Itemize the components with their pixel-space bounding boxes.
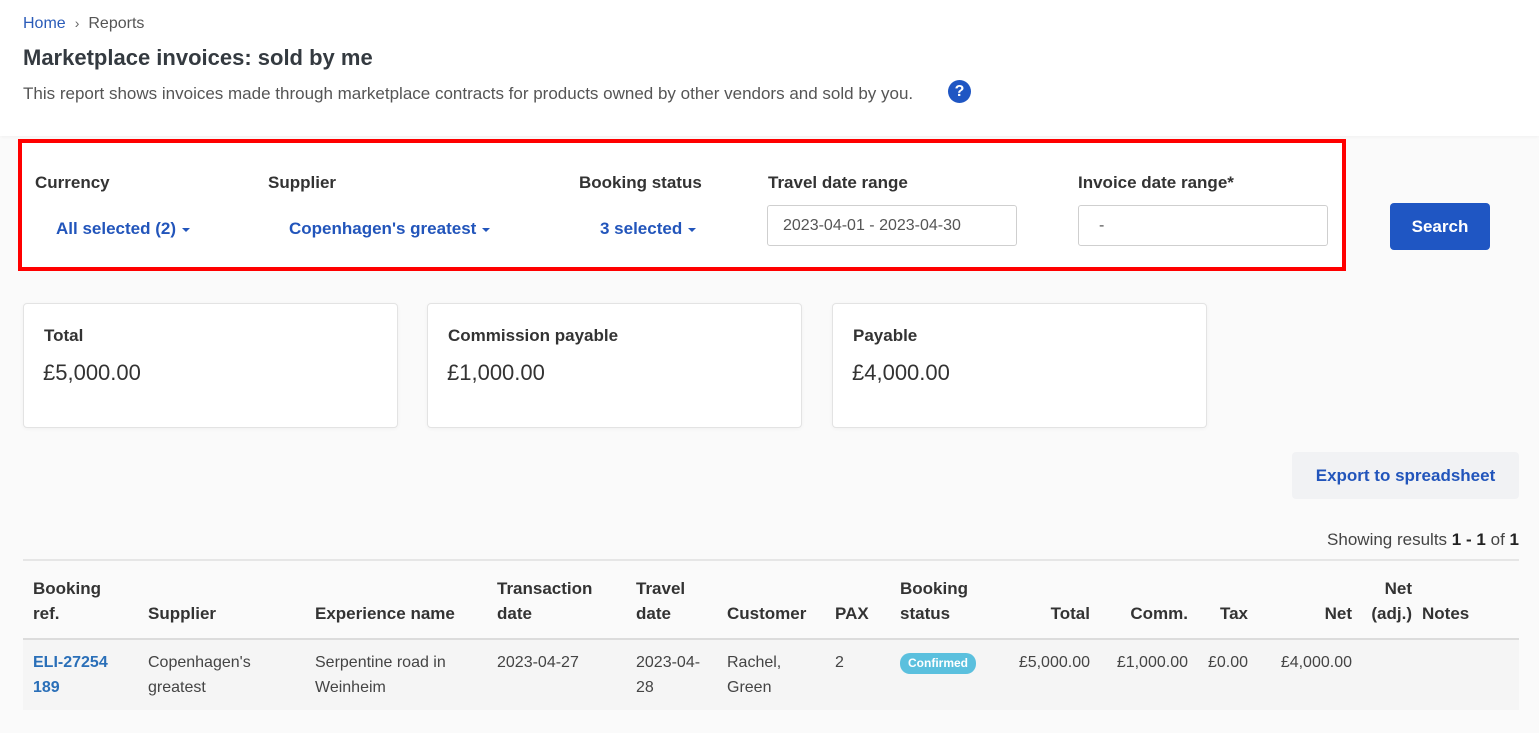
cell-booking-status: Confirmed (890, 639, 985, 710)
cell-pax: 2 (835, 639, 890, 710)
page-title: Marketplace invoices: sold by me (23, 45, 373, 70)
summary-card-value: £1,000.00 (447, 360, 545, 385)
booking-status-dropdown-value: 3 selected (600, 219, 683, 238)
summary-card-label: Payable (853, 326, 918, 345)
caret-down-icon (688, 227, 697, 232)
export-spreadsheet-button[interactable]: Export to spreadsheet (1292, 452, 1519, 499)
cell-comm: £1,000.00 (1098, 639, 1196, 710)
header-transaction-date[interactable]: Transaction date (487, 559, 626, 640)
invoice-date-filter: Invoice date range* (1078, 173, 1234, 193)
header-customer[interactable]: Customer (717, 559, 835, 640)
page-header: Home › Reports Marketplace invoices: sold … (0, 0, 1539, 136)
results-count: Showing results 1 - 1 of 1 (1327, 530, 1519, 550)
currency-dropdown-value: All selected (2) (56, 219, 176, 238)
cell-booking-ref: ELI-27254189 (23, 639, 138, 710)
booking-status-filter: Booking status (579, 173, 702, 193)
travel-date-label: Travel date range (768, 173, 908, 192)
caret-down-icon (182, 227, 190, 232)
filter-panel: Currency All selected (2) Supplier Copen… (18, 139, 1346, 271)
header-booking-status[interactable]: Booking status (890, 559, 985, 640)
header-notes: Notes (1416, 559, 1519, 640)
header-comm[interactable]: Comm. (1098, 559, 1196, 640)
supplier-filter: Supplier (268, 173, 336, 193)
caret-down-icon (482, 227, 491, 232)
search-button[interactable]: Search (1390, 203, 1490, 250)
header-net[interactable]: Net (1256, 559, 1360, 640)
results-from: 1 (1451, 530, 1462, 549)
summary-card-total: Total £5,000.00 (23, 303, 398, 428)
currency-dropdown[interactable]: All selected (2) (56, 219, 190, 239)
booking-ref-link[interactable]: ELI-27254189 (33, 650, 113, 700)
table-row: ELI-27254189 Copenhagen's greatest Serpe… (23, 639, 1519, 710)
page-description: This report shows invoices made through … (23, 84, 914, 103)
cell-experience-name: Serpentine road in Weinheim (305, 639, 487, 710)
cell-tax: £0.00 (1196, 639, 1256, 710)
cell-net-adj (1360, 639, 1416, 710)
cell-transaction-date: 2023-04-27 (487, 639, 626, 710)
summary-card-value: £5,000.00 (43, 360, 141, 385)
results-prefix: Showing results (1327, 530, 1448, 549)
travel-date-filter: Travel date range (768, 173, 908, 193)
results-of: of (1490, 530, 1505, 549)
cell-supplier: Copenhagen's greatest (138, 639, 305, 710)
cell-total: £5,000.00 (985, 639, 1098, 710)
summary-card-payable: Payable £4,000.00 (832, 303, 1207, 428)
header-net-adj[interactable]: Net (adj.) (1360, 559, 1416, 640)
invoices-table-container: Booking ref. Supplier Experience name Tra… (23, 559, 1519, 710)
invoices-table: Booking ref. Supplier Experience name Tra… (23, 559, 1519, 710)
results-dash: - (1466, 530, 1472, 549)
summary-card-label: Total (44, 326, 84, 345)
currency-filter: Currency (35, 173, 110, 193)
results-to: 1 (1476, 530, 1486, 549)
summary-card-value: £4,000.00 (852, 360, 950, 385)
header-supplier[interactable]: Supplier (138, 559, 305, 640)
summary-card-label: Commission payable (448, 326, 619, 345)
booking-status-label: Booking status (579, 173, 702, 192)
header-travel-date[interactable]: Travel date (626, 559, 717, 640)
currency-label: Currency (35, 173, 110, 192)
status-badge: Confirmed (900, 653, 976, 674)
cell-travel-date: 2023-04-28 (626, 639, 717, 710)
breadcrumb-home-link[interactable]: Home (23, 15, 66, 32)
header-experience-name[interactable]: Experience name (305, 559, 487, 640)
header-total[interactable]: Total (985, 559, 1098, 640)
cell-net: £4,000.00 (1256, 639, 1360, 710)
summary-card-commission: Commission payable £1,000.00 (427, 303, 802, 428)
cell-customer: Rachel, Green (717, 639, 835, 710)
help-icon[interactable]: ? (948, 80, 971, 103)
supplier-dropdown[interactable]: Copenhagen's greatest (289, 219, 491, 239)
header-tax[interactable]: Tax (1196, 559, 1256, 640)
breadcrumb: Home › Reports (23, 15, 144, 33)
invoice-date-label: Invoice date range* (1078, 173, 1234, 192)
invoice-date-range-input[interactable]: - (1078, 205, 1328, 246)
breadcrumb-separator-icon: › (74, 15, 80, 31)
cell-notes (1416, 639, 1519, 710)
breadcrumb-current: Reports (88, 15, 145, 32)
supplier-label: Supplier (268, 173, 337, 192)
header-booking-ref[interactable]: Booking ref. (23, 559, 138, 640)
booking-status-dropdown[interactable]: 3 selected (600, 219, 697, 239)
header-pax[interactable]: PAX (835, 559, 890, 640)
travel-date-range-input[interactable]: 2023-04-01 - 2023-04-30 (767, 205, 1017, 246)
supplier-dropdown-value: Copenhagen's greatest (289, 219, 477, 238)
results-total: 1 (1509, 530, 1519, 549)
table-header-row: Booking ref. Supplier Experience name Tra… (23, 559, 1519, 640)
